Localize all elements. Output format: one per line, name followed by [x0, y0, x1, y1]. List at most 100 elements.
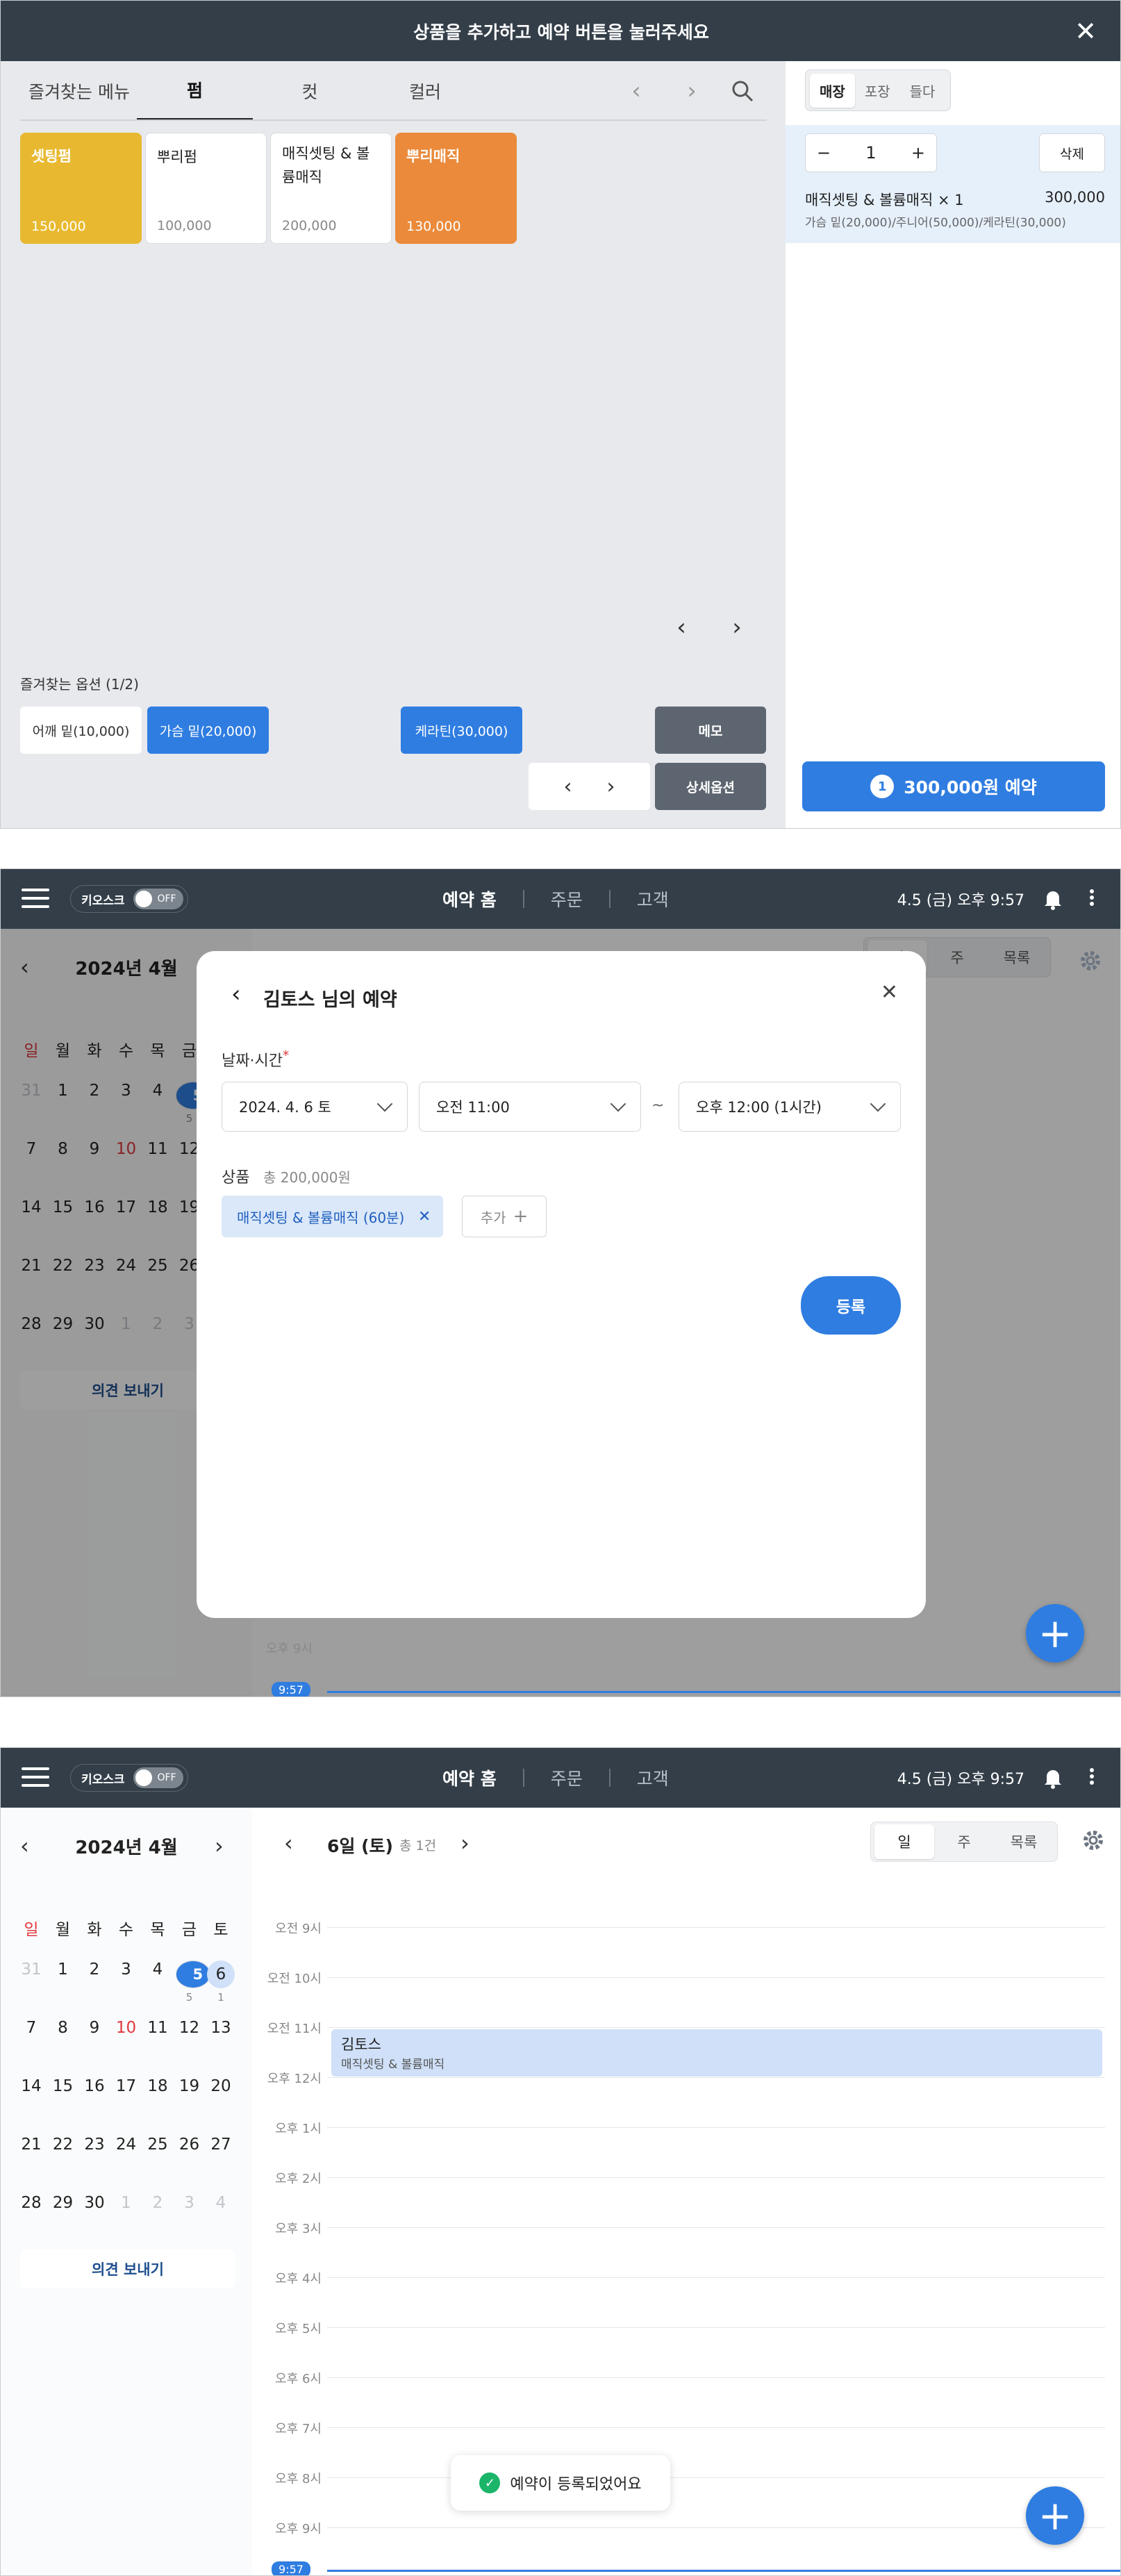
calendar-day[interactable]: 14 — [17, 2077, 45, 2095]
tab-perm[interactable]: 펌 — [137, 61, 253, 121]
menu-icon[interactable] — [22, 1767, 49, 1788]
close-icon[interactable]: ✕ — [881, 980, 898, 1005]
calendar-day[interactable]: 30 — [81, 2194, 108, 2212]
chevron-right-icon[interactable]: › — [607, 775, 615, 799]
minus-icon[interactable]: − — [817, 143, 831, 163]
bell-icon[interactable] — [1041, 887, 1065, 911]
calendar-day[interactable]: 25 — [144, 2136, 172, 2154]
calendar-day[interactable]: 8 — [49, 2019, 77, 2037]
calendar-day[interactable]: 26 — [176, 2136, 204, 2154]
date-select[interactable]: 2024. 4. 6 토 — [222, 1082, 408, 1132]
product-card-root-perm[interactable]: 뿌리펌 100,000 — [145, 133, 267, 244]
nav-reservation-home[interactable]: 예약 홈 — [416, 886, 523, 911]
back-icon[interactable]: ‹ — [231, 980, 241, 1008]
nav-orders[interactable]: 주문 — [524, 1765, 609, 1790]
option-keratin[interactable]: 케라틴(30,000) — [401, 707, 522, 754]
add-reservation-button[interactable]: + — [1026, 1604, 1084, 1662]
product-card-setting-perm[interactable]: 셋팅펌 150,000 — [20, 133, 142, 244]
bell-icon[interactable] — [1041, 1766, 1065, 1790]
view-week[interactable]: 주 — [934, 1824, 994, 1859]
chevron-left-icon[interactable]: ‹ — [667, 613, 695, 641]
plus-icon[interactable]: + — [911, 143, 925, 163]
order-type-delivery[interactable]: 들다 — [900, 74, 945, 108]
close-icon[interactable]: ✕ — [418, 1208, 431, 1225]
register-button[interactable]: 등록 — [801, 1276, 901, 1335]
calendar-day[interactable]: 13 — [207, 2019, 235, 2037]
chevron-left-icon[interactable]: ‹ — [20, 1833, 29, 1859]
calendar-day[interactable]: 21 — [17, 2136, 45, 2154]
search-icon[interactable] — [730, 79, 755, 104]
nav-customers[interactable]: 고객 — [611, 1765, 695, 1790]
calendar-day[interactable]: 12 — [176, 2019, 204, 2037]
calendar-day[interactable]: 20 — [207, 2077, 235, 2095]
chevron-left-icon[interactable]: ‹ — [564, 775, 572, 799]
kiosk-toggle[interactable]: OFF — [133, 1767, 183, 1788]
calendar-day[interactable]: 22 — [49, 2136, 77, 2154]
nav-customers[interactable]: 고객 — [611, 886, 695, 911]
delete-button[interactable]: 삭제 — [1039, 133, 1105, 172]
calendar-day[interactable]: 28 — [17, 2194, 45, 2212]
calendar-day[interactable]: 4 — [207, 2194, 235, 2212]
chevron-right-icon[interactable]: › — [460, 1830, 470, 1856]
calendar-day[interactable]: 11 — [144, 2019, 172, 2037]
calendar-day[interactable]: 24 — [113, 2136, 140, 2154]
product-card-magic-setting[interactable]: 매직셋팅 & 볼륨매직 200,000 — [270, 133, 392, 244]
chevron-right-icon[interactable]: › — [723, 613, 751, 641]
calendar-day[interactable]: 16 — [81, 2077, 108, 2095]
product-card-root-magic[interactable]: 뿌리매직 130,000 — [395, 133, 517, 244]
calendar-day[interactable]: 1 — [49, 1960, 77, 1979]
calendar-day[interactable]: 3 — [113, 1960, 140, 1979]
add-product-button[interactable]: 추가 + — [462, 1196, 547, 1237]
chevron-right-icon[interactable]: › — [215, 1833, 224, 1859]
start-time-select[interactable]: 오전 11:00 — [419, 1082, 641, 1132]
gear-icon[interactable] — [1079, 949, 1102, 973]
calendar-day[interactable]: 10 — [113, 2019, 140, 2037]
calendar-day[interactable]: 27 — [207, 2136, 235, 2154]
calendar-day[interactable]: 19 — [176, 2077, 204, 2095]
calendar-day[interactable]: 9 — [81, 2019, 108, 2037]
calendar-day[interactable]: 31 — [17, 1960, 45, 1979]
kiosk-switch[interactable]: 키오스크 OFF — [70, 885, 188, 913]
calendar-day[interactable]: 5 — [175, 1960, 210, 1988]
option-shoulder[interactable]: 어깨 밑(10,000) — [20, 707, 142, 754]
end-time-select[interactable]: 오후 12:00 (1시간) — [679, 1082, 901, 1132]
order-type-store[interactable]: 매장 — [810, 73, 855, 108]
nav-orders[interactable]: 주문 — [524, 886, 609, 911]
calendar-day[interactable]: 7 — [17, 2019, 45, 2037]
menu-icon[interactable] — [22, 889, 49, 909]
detail-options-button[interactable]: 상세옵션 — [655, 763, 766, 810]
reserve-button[interactable]: 1 300,000원 예약 — [802, 761, 1105, 811]
calendar-day[interactable]: 2 — [144, 2194, 172, 2212]
add-reservation-button[interactable]: + — [1026, 2486, 1084, 2545]
tab-favorites[interactable]: 즐겨찾는 메뉴 — [20, 61, 138, 121]
chevron-left-icon[interactable]: ‹ — [622, 77, 650, 105]
calendar-day[interactable]: 18 — [144, 2077, 172, 2095]
calendar-day[interactable]: 23 — [81, 2136, 108, 2154]
tab-cut[interactable]: 컷 — [258, 61, 362, 121]
calendar-day[interactable]: 3 — [176, 2194, 204, 2212]
reservation-block[interactable]: 김토스 매직셋팅 & 볼륨매직 — [331, 2029, 1102, 2077]
calendar-day[interactable]: 6 — [207, 1960, 235, 1988]
tab-color[interactable]: 컬러 — [373, 61, 477, 121]
calendar-day[interactable]: 15 — [49, 2077, 77, 2095]
calendar-day[interactable]: 4 — [144, 1960, 172, 1979]
more-icon[interactable] — [1088, 1766, 1095, 1790]
calendar-day[interactable]: 2 — [81, 1960, 108, 1979]
kiosk-switch[interactable]: 키오스크 OFF — [70, 1764, 188, 1792]
order-type-takeout[interactable]: 포장 — [855, 74, 900, 108]
option-chest[interactable]: 가슴 밑(20,000) — [147, 707, 269, 754]
kiosk-toggle[interactable]: OFF — [133, 889, 183, 909]
calendar-day[interactable]: 1 — [113, 2194, 140, 2212]
nav-reservation-home[interactable]: 예약 홈 — [416, 1765, 523, 1790]
calendar-day[interactable]: 17 — [113, 2077, 140, 2095]
chevron-right-icon[interactable]: › — [678, 77, 706, 105]
calendar-day[interactable]: 29 — [49, 2194, 77, 2212]
view-list[interactable]: 목록 — [994, 1824, 1054, 1859]
chevron-left-icon[interactable]: ‹ — [284, 1830, 293, 1856]
close-icon[interactable]: ✕ — [1072, 16, 1099, 47]
feedback-button[interactable]: 의견 보내기 — [20, 2249, 235, 2288]
more-icon[interactable] — [1088, 887, 1095, 911]
memo-button[interactable]: 메모 — [655, 707, 766, 754]
view-day[interactable]: 일 — [874, 1824, 934, 1859]
gear-icon[interactable] — [1081, 1828, 1105, 1852]
